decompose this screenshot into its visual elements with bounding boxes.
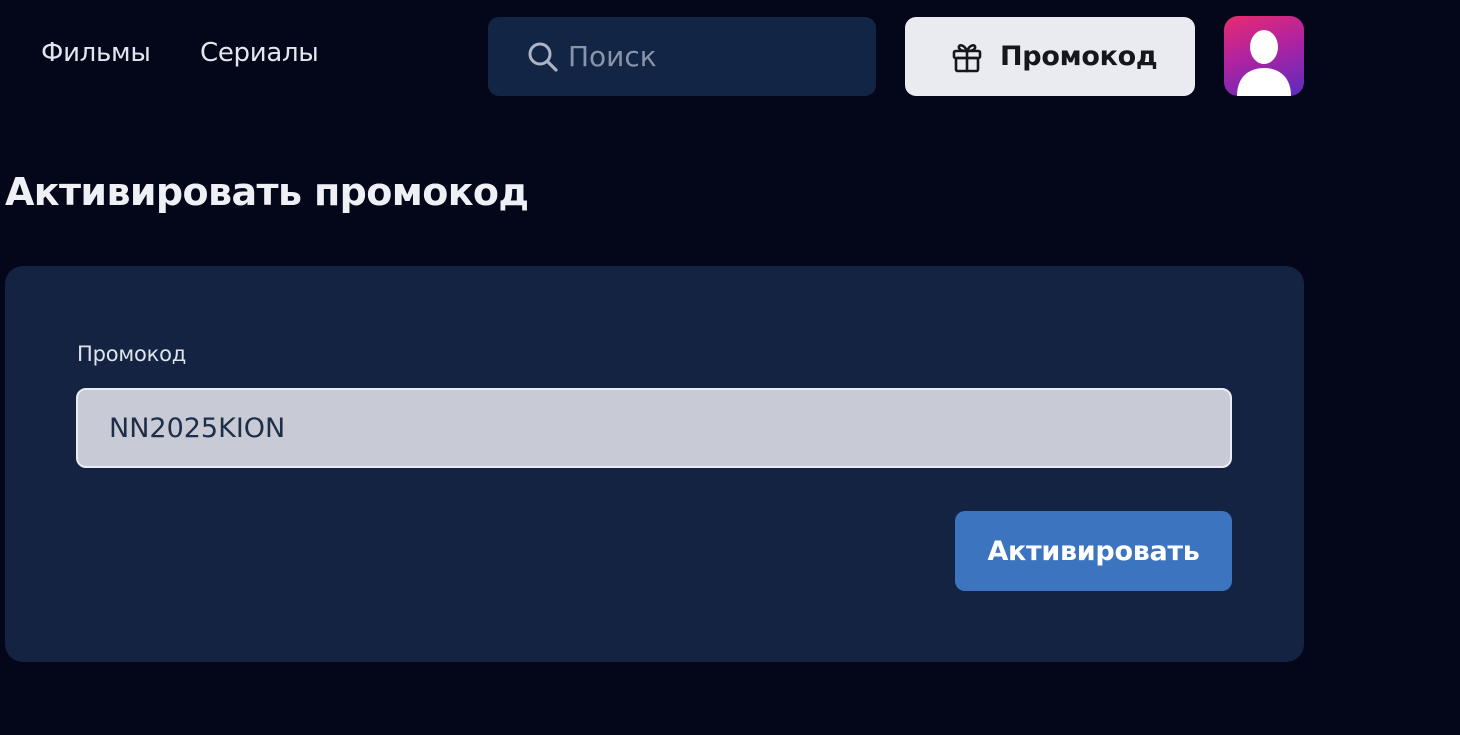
search-input[interactable] <box>568 40 858 73</box>
promocode-button-label: Промокод <box>1000 41 1158 72</box>
user-icon <box>1224 16 1304 96</box>
nav-films-link[interactable]: Фильмы <box>41 36 151 70</box>
activate-button[interactable]: Активировать <box>955 511 1232 591</box>
gift-icon <box>950 40 984 74</box>
page-title: Активировать промокод <box>5 170 529 214</box>
promocode-field-label: Промокод <box>77 342 187 366</box>
search-icon <box>526 40 560 74</box>
nav-series-link[interactable]: Сериалы <box>200 36 319 70</box>
promocode-input[interactable] <box>76 388 1232 468</box>
avatar[interactable] <box>1224 16 1304 96</box>
promocode-button[interactable]: Промокод <box>905 17 1195 96</box>
page: Фильмы Сериалы Промокод <box>0 0 1460 735</box>
promocode-card: Промокод Активировать <box>5 266 1304 662</box>
search-box[interactable] <box>488 17 876 96</box>
